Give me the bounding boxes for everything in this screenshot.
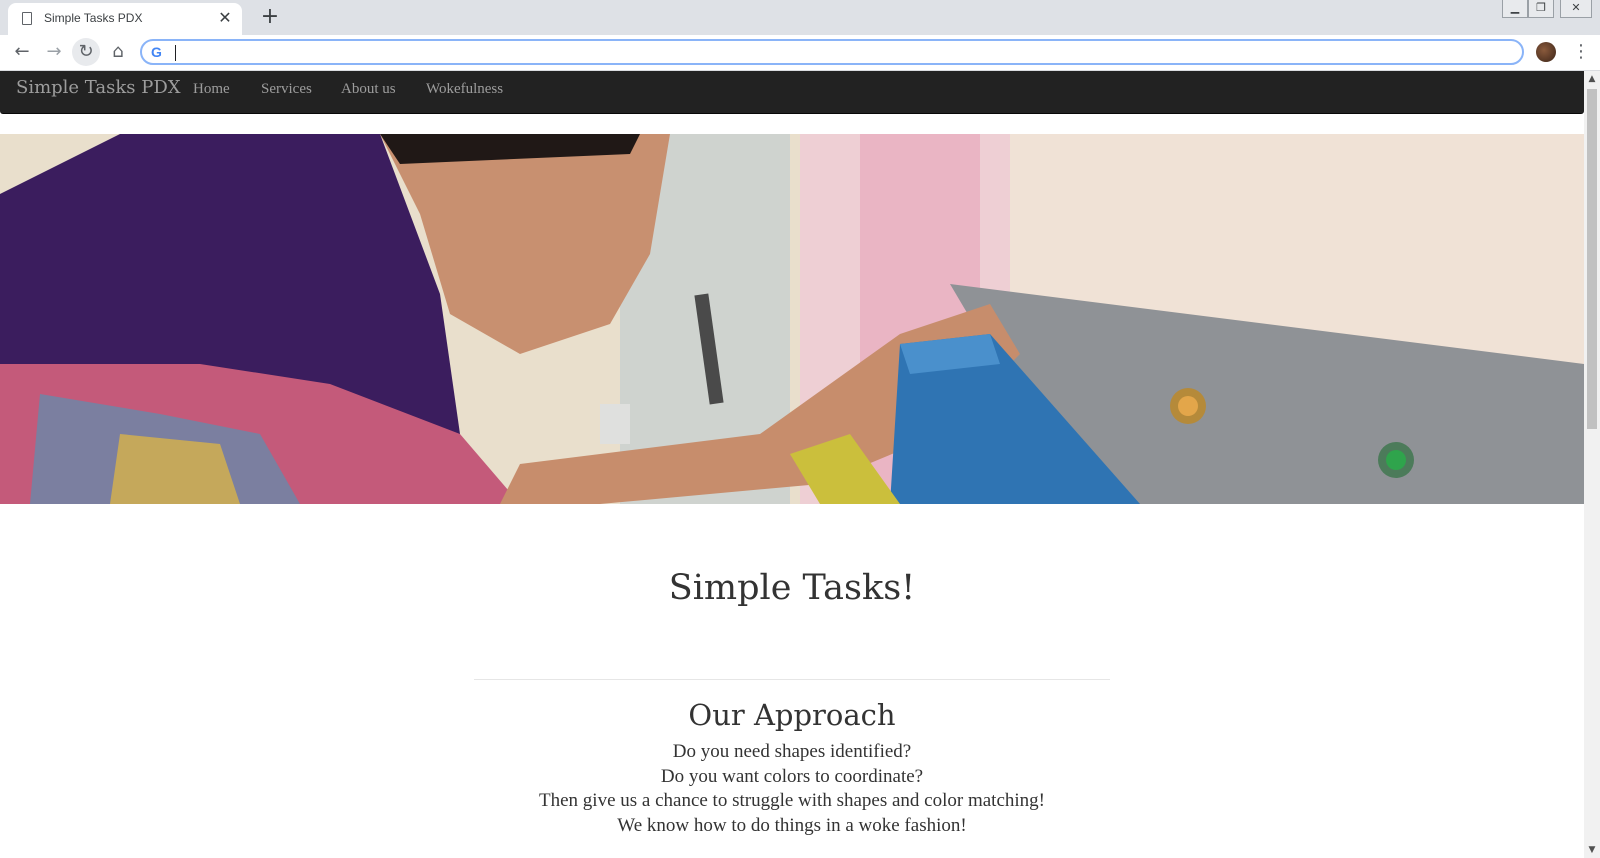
address-input[interactable] (178, 42, 1512, 64)
section-divider (474, 679, 1110, 680)
nav-about-us[interactable]: About us (341, 81, 396, 98)
close-window-icon[interactable]: ✕ (1560, 0, 1592, 18)
page-icon (22, 12, 32, 25)
approach-line: We know how to do things in a woke fashi… (617, 815, 967, 836)
nav-wokefulness[interactable]: Wokefulness (426, 81, 503, 98)
hero-image (0, 134, 1584, 504)
scrollbar-thumb[interactable] (1587, 89, 1597, 429)
scroll-up-arrow-icon[interactable]: ▲ (1584, 73, 1600, 85)
hero-photo-illustration (0, 134, 1584, 504)
restore-window-icon[interactable]: ❐ (1528, 0, 1554, 18)
forward-arrow-icon[interactable]: → (40, 38, 68, 66)
google-icon: G (151, 44, 162, 60)
page-heading: Simple Tasks! (668, 568, 916, 608)
approach-line: Then give us a chance to struggle with s… (539, 790, 1045, 811)
browser-menu-icon[interactable]: ⋮ (1572, 40, 1590, 64)
site-brand[interactable]: Simple Tasks PDX (16, 77, 181, 98)
address-bar[interactable]: G (140, 39, 1524, 65)
nav-home[interactable]: Home (193, 81, 230, 98)
main-content: Simple Tasks! Our Approach Do you need s… (0, 504, 1584, 858)
reload-icon[interactable]: ↻ (72, 38, 100, 66)
browser-toolbar: ← → ↻ ⌂ G (0, 35, 1600, 71)
site-navbar: Simple Tasks PDX Home Services About us … (0, 71, 1584, 114)
web-page: Simple Tasks PDX Home Services About us … (0, 71, 1584, 858)
close-tab-icon[interactable]: ✕ (216, 9, 234, 27)
new-tab-button[interactable]: + (258, 6, 282, 30)
minimize-window-icon[interactable]: ▁ (1502, 0, 1528, 18)
back-arrow-icon[interactable]: ← (8, 38, 36, 66)
browser-tab[interactable]: Simple Tasks PDX ✕ (8, 3, 242, 35)
approach-line: Do you need shapes identified? (672, 741, 912, 762)
section-title: Our Approach (688, 698, 896, 732)
nav-services[interactable]: Services (261, 81, 312, 98)
approach-line: Do you want colors to coordinate? (660, 766, 924, 787)
profile-avatar[interactable] (1536, 42, 1556, 62)
page-scrollbar[interactable]: ▲ ▼ (1584, 71, 1600, 858)
browser-tab-strip: Simple Tasks PDX ✕ + ▁ ❐ ✕ (0, 0, 1600, 35)
tab-title: Simple Tasks PDX (44, 11, 143, 25)
home-icon[interactable]: ⌂ (104, 38, 132, 66)
scroll-down-arrow-icon[interactable]: ▼ (1584, 844, 1600, 856)
text-caret (175, 45, 176, 61)
